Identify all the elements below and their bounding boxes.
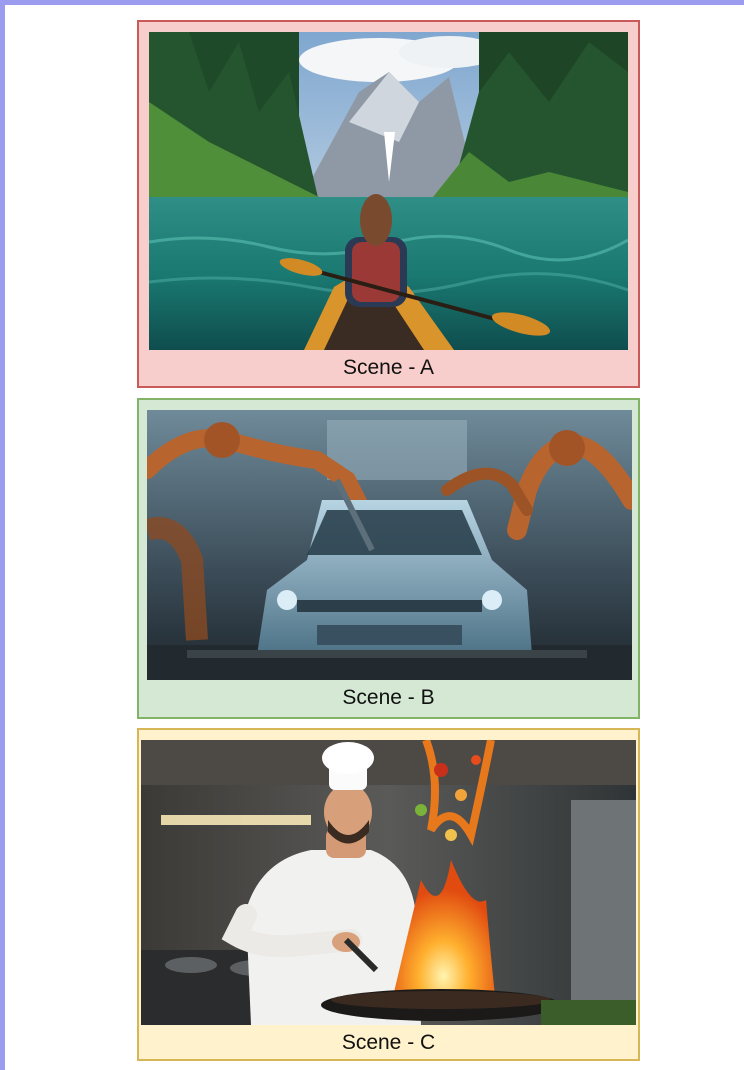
scene-c-image — [141, 740, 636, 1025]
scene-c-panel: Scene - C — [137, 728, 640, 1061]
scene-a-caption: Scene - A — [342, 356, 435, 379]
scene-b-caption: Scene - B — [342, 686, 435, 709]
scene-a-panel: Scene - A — [137, 20, 640, 388]
scene-a-image — [149, 32, 628, 350]
scene-b-panel: Scene - B — [137, 398, 640, 719]
scene-b-image — [147, 410, 632, 680]
canvas: Scene - A Scene - B Scene - C — [0, 0, 744, 1070]
kayak-photo — [149, 32, 628, 350]
chef-wok-photo — [141, 740, 636, 1025]
scene-c-caption: Scene - C — [341, 1031, 436, 1054]
car-factory-photo — [147, 410, 632, 680]
